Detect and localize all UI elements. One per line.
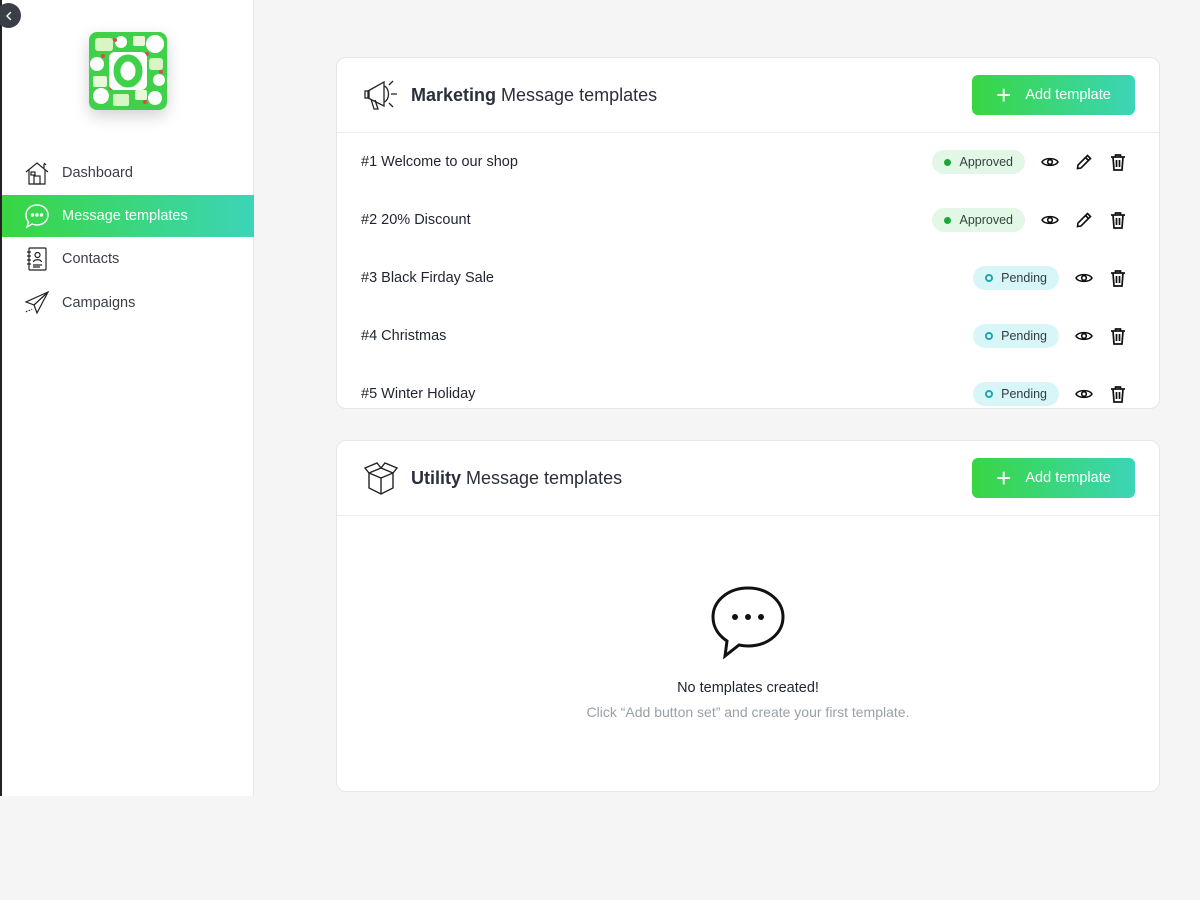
table-row: #2 20% Discount Approved	[337, 191, 1159, 249]
house-icon	[22, 158, 52, 188]
delete-button[interactable]	[1101, 147, 1135, 177]
template-name: #5 Winter Holiday	[361, 386, 476, 402]
trash-icon	[1111, 270, 1125, 287]
empty-state-subtitle: Click “Add button set” and create your f…	[586, 704, 910, 720]
view-button[interactable]	[1067, 321, 1101, 351]
template-name: #1 Welcome to our shop	[361, 154, 518, 170]
status-badge: Approved	[932, 150, 1025, 174]
chat-bubble-icon	[22, 201, 52, 231]
eye-icon	[1041, 215, 1059, 225]
utility-templates-card: Utility Message templates + Add template…	[336, 440, 1160, 792]
sidebar: Dashboard Message templates Contacts Cam…	[0, 0, 254, 796]
view-button[interactable]	[1067, 263, 1101, 293]
chevron-left-icon	[5, 11, 11, 20]
edit-button[interactable]	[1067, 147, 1101, 177]
edit-button[interactable]	[1067, 205, 1101, 235]
sidebar-item-label: Contacts	[62, 251, 120, 267]
card-title: Marketing Message templates	[411, 84, 658, 105]
delete-button[interactable]	[1101, 321, 1135, 351]
add-template-button[interactable]: + Add template	[972, 75, 1135, 115]
status-badge: Approved	[932, 208, 1025, 232]
app-logo	[89, 32, 167, 110]
eye-icon	[1041, 157, 1059, 167]
pencil-icon	[1076, 154, 1092, 170]
trash-icon	[1111, 328, 1125, 345]
sidebar-item-message-templates[interactable]: Message templates	[2, 195, 254, 237]
eye-icon	[1075, 389, 1093, 399]
sidebar-item-contacts[interactable]: Contacts	[2, 237, 254, 281]
plus-icon: +	[996, 463, 1012, 493]
paper-plane-icon	[22, 288, 52, 318]
table-row: #3 Black Firday Sale Pending	[337, 249, 1159, 307]
sidebar-item-label: Campaigns	[62, 295, 136, 311]
status-badge: Pending	[973, 266, 1059, 290]
megaphone-icon	[361, 75, 401, 115]
sidebar-item-label: Dashboard	[62, 165, 133, 181]
delete-button[interactable]	[1101, 205, 1135, 235]
marketing-templates-card: Marketing Message templates + Add templa…	[336, 57, 1160, 409]
empty-state-title: No templates created!	[677, 680, 819, 696]
collapse-sidebar-button[interactable]	[0, 3, 21, 28]
trash-icon	[1111, 212, 1125, 229]
table-row: #5 Winter Holiday Pending	[337, 365, 1159, 408]
contact-book-icon	[22, 244, 52, 274]
card-title: Utility Message templates	[411, 467, 623, 488]
sidebar-item-label: Message templates	[62, 208, 188, 224]
pencil-icon	[1076, 212, 1092, 228]
sidebar-item-dashboard[interactable]: Dashboard	[2, 151, 254, 195]
eye-icon	[1075, 331, 1093, 341]
delete-button[interactable]	[1101, 379, 1135, 408]
trash-icon	[1111, 154, 1125, 171]
sidebar-item-campaigns[interactable]: Campaigns	[2, 281, 254, 325]
eye-icon	[1075, 273, 1093, 283]
table-row: #1 Welcome to our shop Approved	[337, 133, 1159, 191]
table-row: #4 Christmas Pending	[337, 307, 1159, 365]
chat-bubble-icon	[711, 586, 785, 660]
view-button[interactable]	[1033, 147, 1067, 177]
template-name: #4 Christmas	[361, 328, 447, 344]
plus-icon: +	[996, 80, 1012, 110]
card-header: Utility Message templates + Add template	[337, 441, 1159, 516]
open-box-icon	[361, 458, 401, 498]
status-badge: Pending	[973, 324, 1059, 348]
status-badge: Pending	[973, 382, 1059, 406]
template-name: #3 Black Firday Sale	[361, 270, 494, 286]
trash-icon	[1111, 386, 1125, 403]
templates-list: #1 Welcome to our shop Approved #2 20% D…	[337, 133, 1159, 408]
add-template-button[interactable]: + Add template	[972, 458, 1135, 498]
card-header: Marketing Message templates + Add templa…	[337, 58, 1159, 133]
template-name: #2 20% Discount	[361, 212, 471, 228]
delete-button[interactable]	[1101, 263, 1135, 293]
sidebar-nav: Dashboard Message templates Contacts Cam…	[2, 151, 254, 325]
view-button[interactable]	[1033, 205, 1067, 235]
view-button[interactable]	[1067, 379, 1101, 408]
empty-state: No templates created! Click “Add button …	[337, 516, 1159, 791]
